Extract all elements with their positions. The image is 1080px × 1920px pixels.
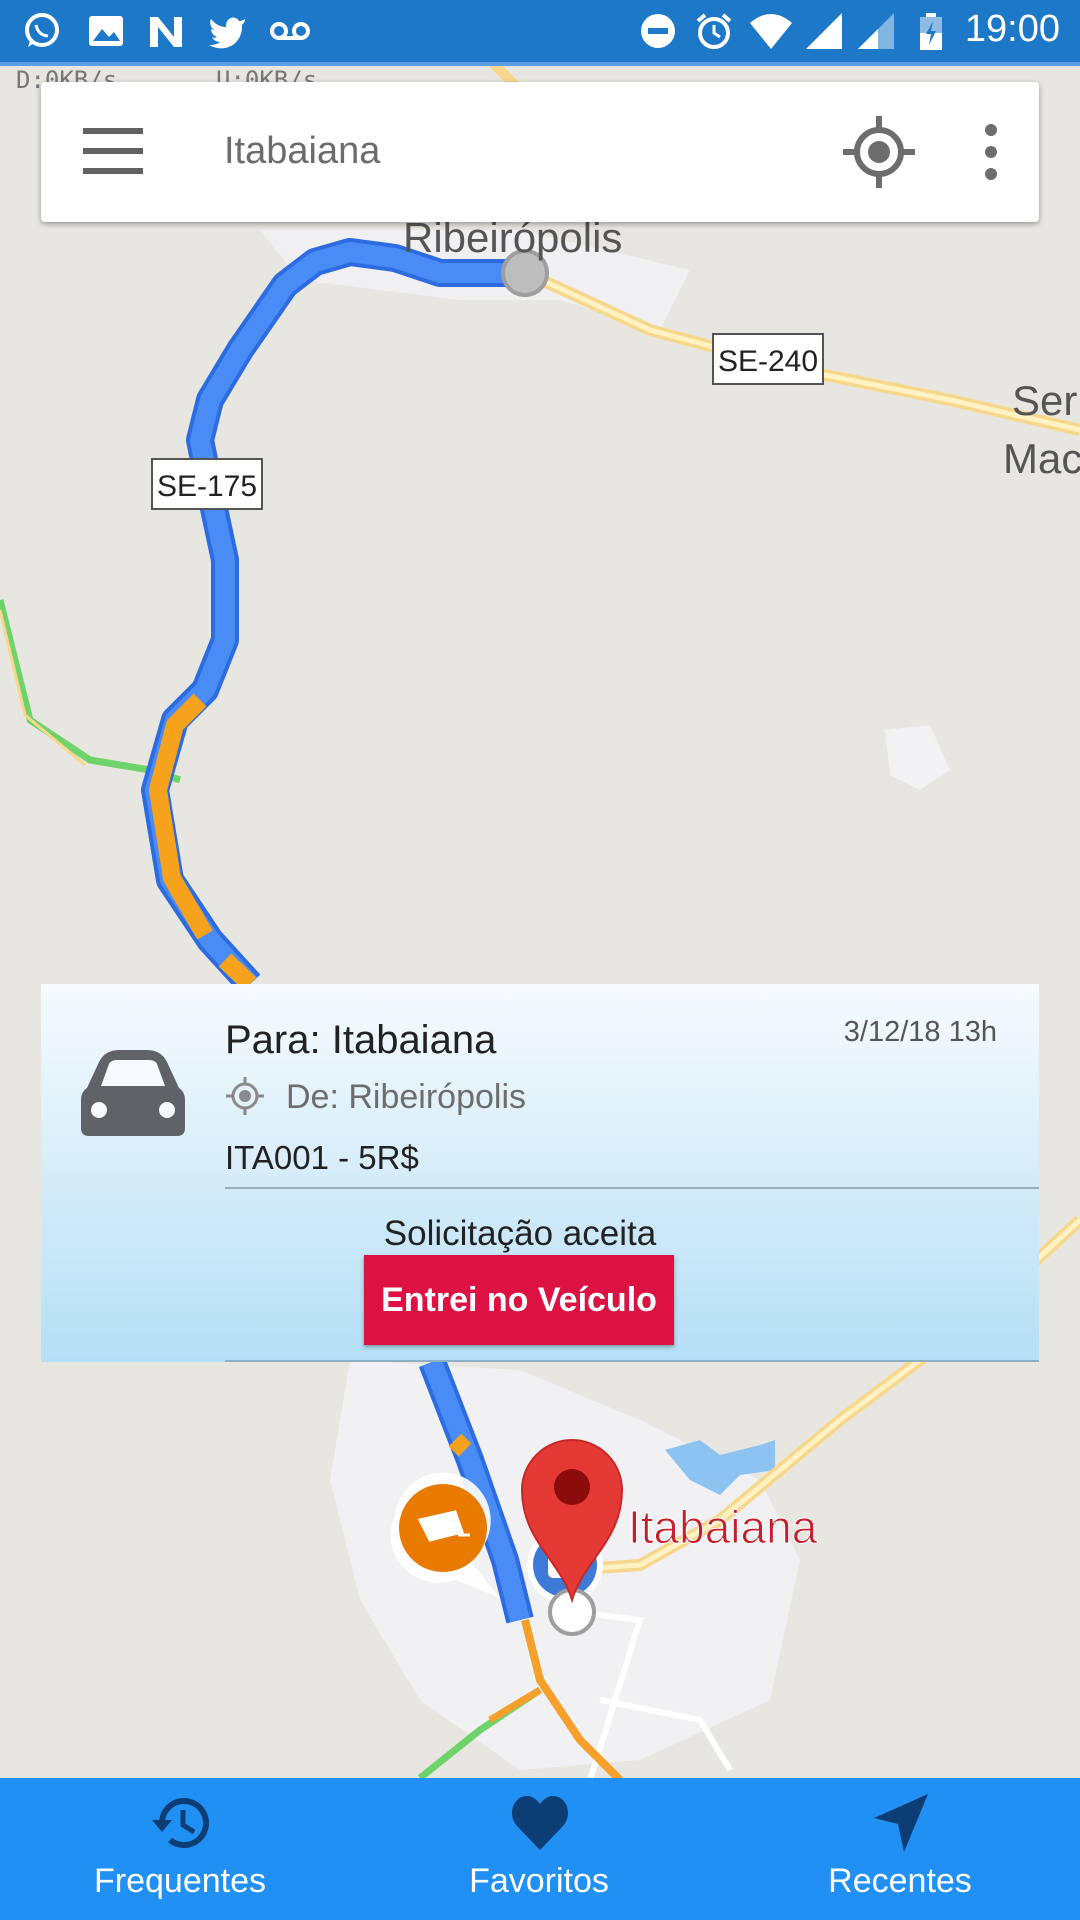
n-icon — [150, 17, 182, 47]
request-status: Solicitação aceita — [383, 1214, 657, 1253]
battery-charging-icon — [920, 13, 942, 50]
nav-recentes[interactable]: Recentes — [720, 1778, 1080, 1920]
destination-text: Para: Itabaiana — [225, 1018, 497, 1062]
status-time: 19:00 — [964, 8, 1060, 50]
map-label-itabaiana: Itabaiana — [628, 1501, 818, 1553]
nav-favoritos[interactable]: Favoritos — [359, 1778, 719, 1920]
origin-location-icon — [226, 1077, 264, 1115]
ride-date: 3/12/18 13h — [843, 1016, 997, 1048]
car-icon — [81, 1050, 185, 1136]
whatsapp-icon — [25, 13, 59, 47]
bottom-navigation: Frequentes Favoritos Recentes — [0, 1778, 1080, 1920]
navigation-icon — [874, 1794, 928, 1852]
nav-label-frequentes: Frequentes — [94, 1862, 266, 1900]
search-title[interactable]: Itabaiana — [224, 130, 380, 173]
voicemail-icon — [270, 22, 310, 40]
signal-icon — [806, 13, 842, 49]
nav-frequentes[interactable]: Frequentes — [0, 1778, 360, 1920]
menu-icon[interactable] — [81, 124, 145, 180]
alarm-icon — [696, 13, 732, 49]
nav-label-recentes: Recentes — [828, 1862, 972, 1900]
dnd-icon — [641, 14, 675, 48]
image-icon — [89, 16, 123, 46]
map-label-se240: SE-240 — [718, 345, 818, 378]
entered-vehicle-button[interactable]: Entrei no Veículo — [364, 1255, 674, 1345]
status-bar: 19:00 — [0, 0, 1080, 66]
map-view[interactable]: Ribeirópolis SE-240 SE-175 Ser Mac Itaba… — [0, 0, 1080, 1920]
twitter-icon — [209, 17, 245, 49]
search-bar[interactable]: Itabaiana — [41, 82, 1039, 222]
history-icon — [152, 1798, 209, 1849]
signal-icon-2 — [858, 13, 894, 49]
ride-code-price: ITA001 - 5R$ — [225, 1139, 419, 1176]
card-divider-bottom — [225, 1360, 1039, 1362]
ride-card: Para: Itabaiana 3/12/18 13h De: Ribeiróp… — [41, 984, 1039, 1362]
card-divider — [225, 1187, 1039, 1189]
origin-text: De: Ribeirópolis — [286, 1078, 526, 1116]
heart-icon — [512, 1796, 568, 1850]
my-location-icon[interactable] — [841, 114, 917, 190]
map-label-se175: SE-175 — [157, 470, 257, 503]
more-vert-icon[interactable] — [971, 120, 1011, 184]
map-label-ser: Ser — [1012, 377, 1077, 424]
nav-label-favoritos: Favoritos — [469, 1862, 609, 1900]
map-label-mac: Mac — [1003, 435, 1080, 482]
wifi-icon — [750, 14, 792, 49]
